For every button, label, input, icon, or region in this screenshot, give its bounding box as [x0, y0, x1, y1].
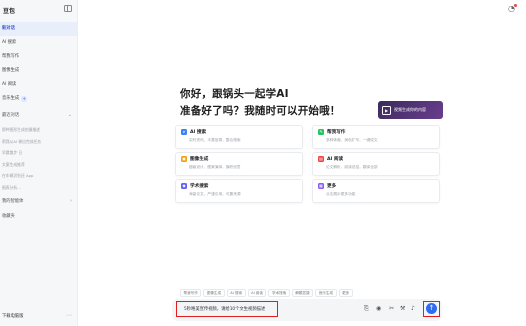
- notification-dot: [514, 4, 517, 7]
- history-item[interactable]: 在车辆识别还 App: [2, 170, 41, 182]
- chevron-down-icon: ⌄: [67, 112, 72, 118]
- quick-chips: 帮我写作 图像生成 AI 搜索 AI 阅读 学术搜索 解题答疑 音乐生成 更多: [180, 289, 353, 297]
- card-academic-search[interactable]: ◆ 学术搜索 海量论文，严谨引用，可靠来源: [175, 179, 303, 203]
- card-title: 学术搜索: [190, 184, 209, 189]
- section-label: 收藏夹: [2, 214, 15, 219]
- chip-image-gen[interactable]: 图像生成: [203, 289, 225, 297]
- graduation-icon: ◆: [181, 183, 187, 189]
- app-logo[interactable]: 豆包: [3, 6, 15, 15]
- card-writing[interactable]: ✎ 帮我写作 多种体裁，润色扩写，一键成文: [312, 125, 440, 149]
- card-ai-search[interactable]: ⌕ AI 搜索 实时资讯，丰富信源，整合搜索: [175, 125, 303, 149]
- pen-icon: ✎: [318, 129, 324, 135]
- sidebar: 豆包 新对话 AI 搜索 帮我写作 图像生成 AI 阅读 音乐生成 + 最近对话 …: [0, 0, 78, 326]
- section-label: 最近对话: [2, 113, 20, 118]
- hero-subtitle: 准备好了吗？我随时可以开始哦！: [180, 105, 341, 117]
- promo-label: 视频生成你的内容: [394, 107, 426, 112]
- image-icon: ▣: [181, 156, 187, 162]
- play-icon: ▶: [382, 105, 391, 115]
- card-desc: 论文解析，阅读总结，翻译全部: [326, 165, 378, 169]
- sidebar-item-ai-reading[interactable]: AI 阅读: [0, 78, 77, 92]
- sidebar-item-label: 帮我写作: [2, 54, 20, 59]
- card-desc: 实时资讯，丰富信源，整合搜索: [189, 138, 241, 142]
- card-desc: 多种体裁，润色扩写，一键成文: [326, 138, 378, 142]
- search-icon: ⌕: [181, 129, 187, 135]
- chip-writing[interactable]: 帮我写作: [180, 289, 202, 297]
- new-badge: +: [21, 96, 28, 102]
- microphone-icon[interactable]: ♪: [411, 305, 415, 312]
- card-title: AI 阅读: [327, 157, 344, 162]
- hero-greeting: 你好，跟锅头一起学AI: [180, 88, 289, 100]
- tools-icon[interactable]: ⚒: [400, 305, 405, 312]
- sidebar-item-new-chat[interactable]: 新对话: [0, 22, 77, 36]
- card-desc: 海量论文，严谨引用，可靠来源: [189, 192, 241, 196]
- history-item[interactable]: 图表分析…: [2, 182, 41, 194]
- chip-more[interactable]: 更多: [338, 289, 353, 297]
- card-ai-reading[interactable]: ▤ AI 阅读 论文解析，阅读总结，翻译全部: [312, 152, 440, 176]
- attach-icon[interactable]: ⎘: [364, 305, 369, 313]
- card-more[interactable]: ▦ 更多 点击展示更多功能: [312, 179, 440, 203]
- history-item[interactable]: 文案生成推荐: [2, 159, 41, 171]
- chat-input-text[interactable]: 5秒唯美宣传视频，请给10个文生视频描述: [184, 306, 265, 312]
- chip-ai-reading[interactable]: AI 阅读: [247, 289, 267, 297]
- sidebar-item-music-gen[interactable]: 音乐生成 +: [0, 92, 77, 106]
- chip-music-gen[interactable]: 音乐生成: [315, 289, 337, 297]
- section-label: 我的智能体: [2, 199, 24, 204]
- my-agents-heading[interactable]: 我的智能体 ›: [2, 198, 72, 204]
- history-item[interactable]: 那种图形生成拍摄描述: [2, 124, 41, 136]
- sidebar-nav: 新对话 AI 搜索 帮我写作 图像生成 AI 阅读 音乐生成 +: [0, 22, 77, 106]
- chip-problem-solving[interactable]: 解题答疑: [291, 289, 314, 297]
- card-desc: 点击展示更多功能: [326, 192, 356, 196]
- recent-chats-heading[interactable]: 最近对话 ⌄: [2, 112, 72, 118]
- camera-icon[interactable]: ◉: [376, 305, 381, 312]
- sidebar-item-label: 音乐生成: [2, 96, 20, 101]
- settings-icon[interactable]: ⋯: [66, 312, 72, 319]
- send-button[interactable]: ↑: [426, 303, 437, 314]
- card-image-gen[interactable]: ▣ 图像生成 超级设计，图案演绎，旗帜创意: [175, 152, 303, 176]
- sidebar-item-ai-search[interactable]: AI 搜索: [0, 36, 77, 50]
- chip-academic-search[interactable]: 学术搜索: [268, 289, 290, 297]
- sidebar-item-writing[interactable]: 帮我写作: [0, 50, 77, 64]
- chip-ai-search[interactable]: AI 搜索: [226, 289, 246, 297]
- card-desc: 超级设计，图案演绎，旗帜创意: [189, 165, 241, 169]
- sidebar-item-label: 新对话: [2, 26, 15, 31]
- card-title: 更多: [327, 184, 337, 189]
- card-title: AI 搜索: [190, 130, 207, 135]
- sidebar-item-label: 图像生成: [2, 68, 20, 73]
- book-icon: ▤: [318, 156, 324, 162]
- collapse-sidebar-icon[interactable]: [64, 5, 72, 12]
- history-list: 那种图形生成拍摄描述 帮我从AI 做出完成任务 早晨散步 日 文案生成推荐 在车…: [2, 124, 41, 193]
- favorites-heading[interactable]: 收藏夹: [2, 213, 72, 219]
- chevron-right-icon: ›: [70, 198, 72, 204]
- sidebar-item-label: AI 阅读: [2, 82, 17, 87]
- card-title: 帮我写作: [327, 130, 346, 135]
- history-item[interactable]: 帮我从AI 做出完成任务: [2, 136, 41, 148]
- sidebar-item-label: AI 搜索: [2, 40, 17, 45]
- sidebar-item-image-gen[interactable]: 图像生成: [0, 64, 77, 78]
- promo-banner[interactable]: ▶ 视频生成你的内容: [378, 101, 443, 119]
- scissors-icon[interactable]: ✂: [389, 305, 394, 312]
- grid-icon: ▦: [318, 183, 324, 189]
- card-title: 图像生成: [190, 157, 209, 162]
- history-item[interactable]: 早晨散步 日: [2, 147, 41, 159]
- download-desktop-button[interactable]: 下载电脑版: [2, 313, 23, 319]
